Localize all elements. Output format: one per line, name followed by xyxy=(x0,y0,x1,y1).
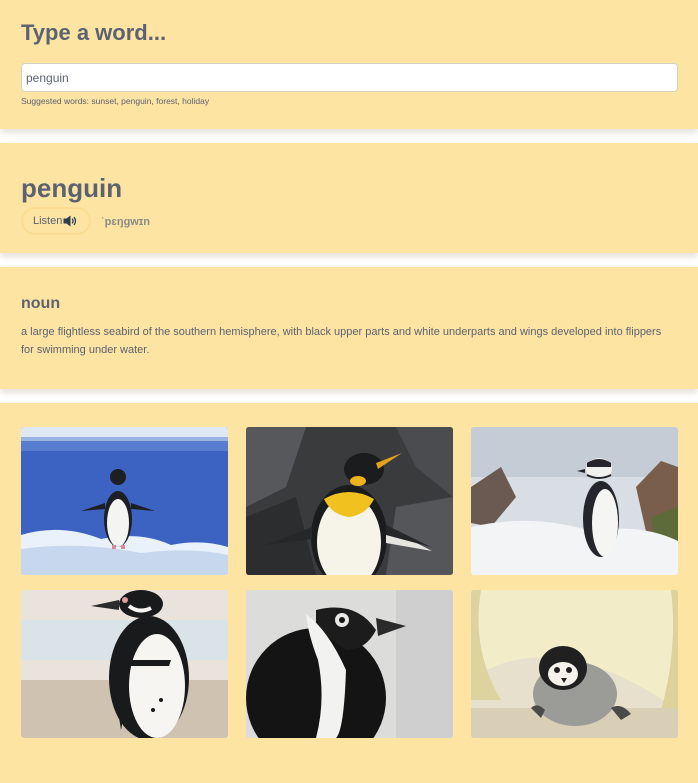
penguin-image[interactable] xyxy=(471,590,678,738)
penguin-image[interactable] xyxy=(21,427,228,575)
headword: penguin xyxy=(21,173,123,203)
image-gallery xyxy=(0,403,698,783)
penguin-image[interactable] xyxy=(246,590,453,738)
definition-section: noun a large flightless seabird of the s… xyxy=(0,267,698,389)
speaker-icon xyxy=(63,215,78,227)
penguin-image[interactable] xyxy=(471,427,678,575)
penguin-image[interactable] xyxy=(21,590,228,738)
phonetic-transcription: ˈpɛŋɡwɪn xyxy=(101,216,151,228)
part-of-speech: noun xyxy=(21,295,61,312)
search-section: Type a word... Suggested words: sunset, … xyxy=(0,0,698,129)
listen-button[interactable]: Listen xyxy=(21,207,91,235)
page-title: Type a word... xyxy=(21,20,167,45)
suggested-words-hint: Suggested words: sunset, penguin, forest… xyxy=(21,96,210,106)
word-search-input[interactable] xyxy=(21,63,678,92)
word-section: penguin Listen ˈpɛŋɡwɪn xyxy=(0,143,698,253)
definition-text: a large flightless seabird of the southe… xyxy=(21,326,662,356)
penguin-image[interactable] xyxy=(246,427,453,575)
listen-label: Listen xyxy=(33,215,63,227)
